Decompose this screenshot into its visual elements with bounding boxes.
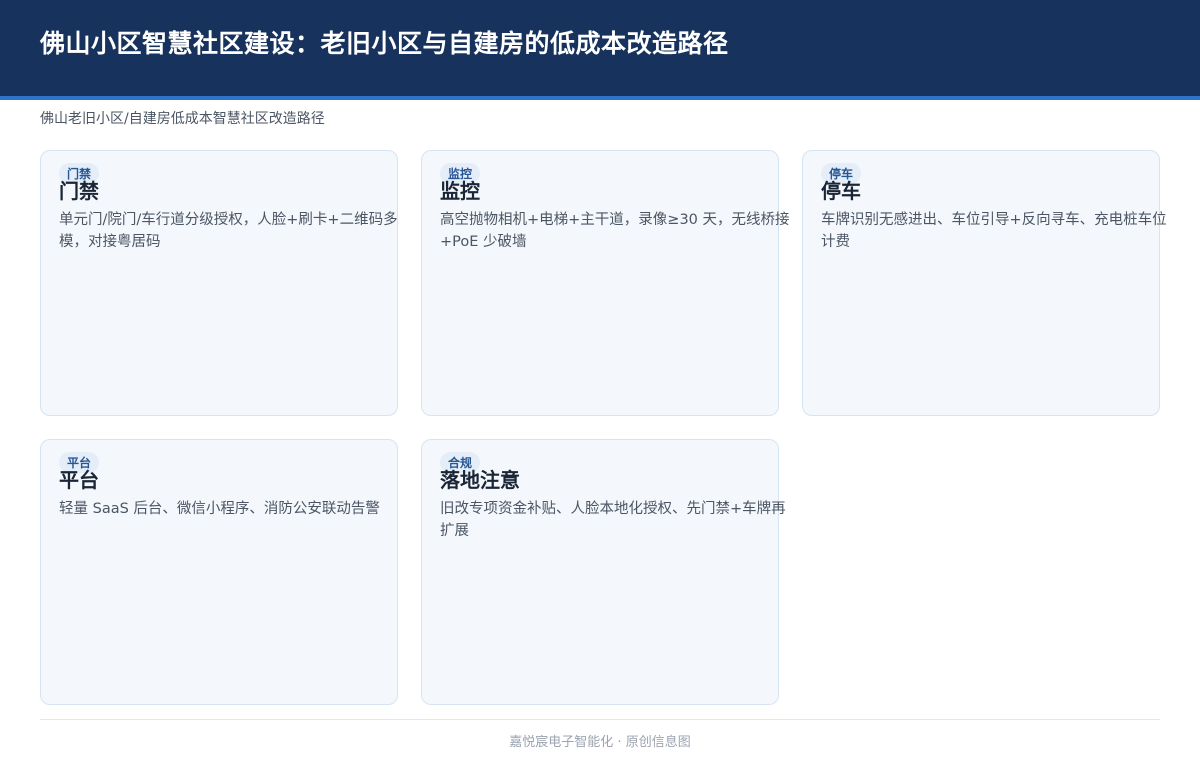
card-access-control: 门禁 门禁 单元门/院门/车行道分级授权，人脸+刷卡+二维码多模，对接粤居码: [40, 150, 398, 416]
card-title: 停车: [821, 179, 861, 203]
footer-divider: [40, 719, 1160, 720]
card-title: 平台: [59, 468, 99, 492]
footer-credit: 嘉悦宸电子智能化 · 原创信息图: [509, 735, 691, 750]
card-grid: 门禁 门禁 单元门/院门/车行道分级授权，人脸+刷卡+二维码多模，对接粤居码 监…: [40, 150, 1167, 706]
card-title: 监控: [440, 179, 480, 203]
card-title: 落地注意: [440, 468, 520, 492]
card-surveillance: 监控 监控 高空抛物相机+电梯+主干道，录像≥30 天，无线桥接+PoE 少破墙: [421, 150, 790, 416]
card-parking: 停车 停车 车牌识别无感进出、车位引导+反向寻车、充电桩车位计费: [802, 150, 1167, 416]
header-bar: 佛山小区智慧社区建设：老旧小区与自建房的低成本改造路径: [0, 0, 1200, 100]
card-description: 旧改专项资金补贴、人脸本地化授权、先门禁+车牌再扩展: [440, 501, 786, 539]
page-title: 佛山小区智慧社区建设：老旧小区与自建房的低成本改造路径: [40, 29, 729, 58]
page-subtitle: 佛山老旧小区/自建房低成本智慧社区改造路径: [40, 111, 325, 127]
card-compliance: 合规 落地注意 旧改专项资金补贴、人脸本地化授权、先门禁+车牌再扩展: [421, 439, 786, 705]
card-description: 单元门/院门/车行道分级授权，人脸+刷卡+二维码多模，对接粤居码: [59, 212, 398, 250]
card-description: 车牌识别无感进出、车位引导+反向寻车、充电桩车位计费: [821, 212, 1167, 250]
card-description: 高空抛物相机+电梯+主干道，录像≥30 天，无线桥接+PoE 少破墙: [440, 212, 790, 250]
card-platform: 平台 平台 轻量 SaaS 后台、微信小程序、消防公安联动告警: [40, 439, 398, 705]
card-description: 轻量 SaaS 后台、微信小程序、消防公安联动告警: [59, 501, 380, 517]
card-title: 门禁: [59, 179, 99, 203]
